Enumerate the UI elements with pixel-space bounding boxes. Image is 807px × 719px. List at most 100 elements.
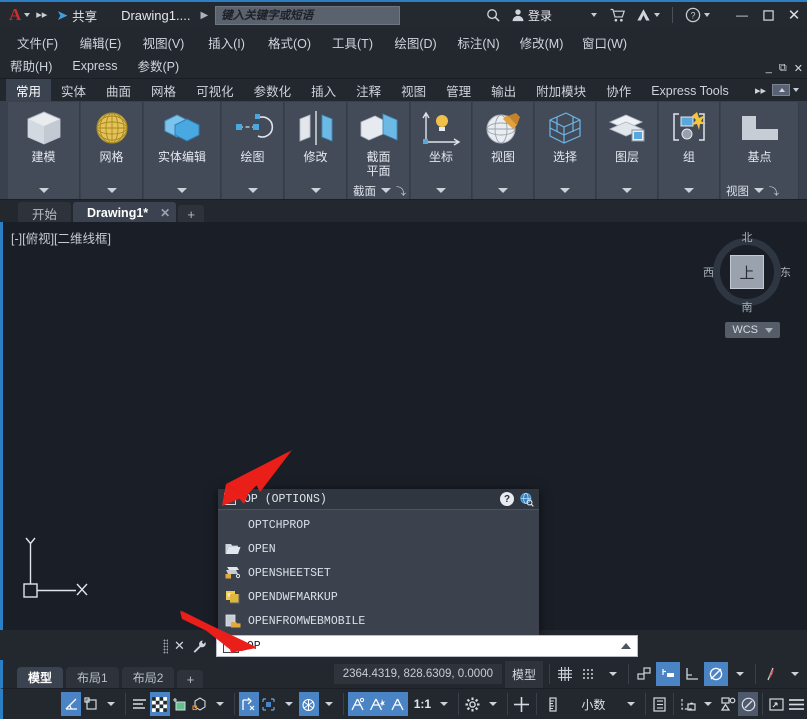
workspace-caret-down-icon[interactable] xyxy=(488,702,497,706)
autocomplete-item-4[interactable]: OPENFROMWEBMOBILE xyxy=(218,609,539,633)
search-input[interactable]: 键入关键字或短语 xyxy=(215,5,401,25)
workspace-dropdown[interactable] xyxy=(483,692,503,716)
ribbon-tab-0[interactable]: 常用 xyxy=(6,79,52,101)
scale-caret-down-icon[interactable] xyxy=(440,702,449,706)
doc-minimize-button[interactable]: _ xyxy=(766,62,772,75)
document-next-chevron-right-icon[interactable]: ▶ xyxy=(200,10,208,21)
ribbon-panel-button-2[interactable]: 实体编辑 xyxy=(144,102,220,182)
ribbon-panel-dialog-launcher-5[interactable]: ⤵ xyxy=(396,183,406,198)
ribbon-panel-caret-down-icon-0[interactable] xyxy=(38,188,49,193)
ribbon-tab-10[interactable]: 输出 xyxy=(481,79,526,101)
ribbon-tab-13[interactable]: Express Tools xyxy=(641,79,739,101)
clean-screen-button[interactable] xyxy=(767,692,787,716)
lock-caret-down-icon[interactable] xyxy=(704,702,713,706)
annotation-visibility-button[interactable] xyxy=(347,692,368,716)
ribbon-tab-8[interactable]: 视图 xyxy=(391,79,436,101)
lineweight-caret-down-icon[interactable] xyxy=(791,672,799,676)
account-sign-in-button[interactable]: 登录 xyxy=(506,7,557,24)
lock-ui-button[interactable] xyxy=(678,692,698,716)
ribbon-panel-caret-down-icon-8[interactable] xyxy=(560,188,570,193)
autodesk-logo-icon[interactable]: A xyxy=(0,5,24,25)
autocomplete-item-0[interactable]: OPTCHPROP xyxy=(218,513,539,537)
workspace-switch-button[interactable] xyxy=(463,692,483,716)
units-selector[interactable]: 小数 xyxy=(540,692,640,716)
ribbon-tab-9[interactable]: 管理 xyxy=(436,79,481,101)
layout-tab-0[interactable]: 模型 xyxy=(17,667,64,688)
status-model-label[interactable]: 模型 xyxy=(504,660,543,688)
ribbon-panel-button-6[interactable]: 坐标 xyxy=(411,102,471,182)
close-button[interactable]: ✕ xyxy=(781,2,807,28)
ribbon-panel-caret-down-icon-4[interactable] xyxy=(310,188,321,193)
annotation-scale-icon[interactable] xyxy=(387,692,408,716)
search-icon[interactable] xyxy=(481,8,506,23)
layout-tab-2[interactable]: 布局2 xyxy=(121,667,175,688)
cart-icon[interactable] xyxy=(605,8,631,23)
3d-gizmo-button[interactable] xyxy=(190,692,210,716)
quick-access-more-icon[interactable]: ▸▸ xyxy=(36,9,47,21)
file-tab-0[interactable]: 开始 xyxy=(18,202,72,224)
autocomplete-checkbox[interactable]: ✔ xyxy=(224,493,236,505)
ribbon-panel-button-8[interactable]: 选择 xyxy=(535,102,595,182)
doc-close-button[interactable]: ✕ xyxy=(794,62,803,75)
ribbon-tab-7[interactable]: 注释 xyxy=(346,79,391,101)
ribbon-tab-1[interactable]: 实体 xyxy=(51,79,96,101)
autodesk-caret-down-icon[interactable] xyxy=(654,13,660,17)
gizmo-axis-button[interactable] xyxy=(298,692,319,716)
menu-item-2[interactable]: 视图(V) xyxy=(132,31,195,54)
view-cube-south[interactable]: 南 xyxy=(742,299,753,315)
menu-item-6[interactable]: 绘图(D) xyxy=(384,31,447,54)
ribbon-minimize-caret-down-icon[interactable] xyxy=(793,88,799,92)
menu-item-7[interactable]: 标注(N) xyxy=(447,31,510,54)
ribbon-panel-button-11[interactable]: 基点 xyxy=(721,102,798,182)
menu-item-1[interactable]: 编辑(E) xyxy=(69,31,132,54)
view-cube-east[interactable]: 东 xyxy=(780,264,791,280)
autocomplete-item-2[interactable]: OPENSHEETSET xyxy=(218,561,539,585)
ribbon-panel-button-4[interactable]: 修改 xyxy=(285,102,346,182)
view-cube-top-face[interactable]: 上 xyxy=(730,255,764,289)
autocomplete-item-1[interactable]: OPEN xyxy=(218,537,539,561)
autoscale-button[interactable] xyxy=(367,692,388,716)
layout-tab-1[interactable]: 布局1 xyxy=(66,667,119,688)
ribbon-panel-caret-down-icon-6[interactable] xyxy=(436,188,446,193)
menu-item-4[interactable]: 格式(O) xyxy=(258,31,321,54)
filter-dropdown[interactable] xyxy=(279,692,299,716)
ribbon-panel-button-0[interactable]: 建模 xyxy=(8,102,79,182)
ribbon-panel-button-1[interactable]: 网格 xyxy=(81,102,142,182)
command-autocomplete-popup[interactable]: ✔ OP (OPTIONS) ? OPTCHPROP OPEN OPENSHEETS… xyxy=(218,489,539,637)
wrench-icon[interactable] xyxy=(192,639,207,654)
ribbon-panel-caret-down-icon-11[interactable] xyxy=(754,188,764,193)
customization-button[interactable] xyxy=(787,692,807,716)
coordinates-display[interactable]: 2364.4319, 828.6309, 0.0000 xyxy=(333,664,502,684)
dynamic-ucs-button[interactable] xyxy=(130,692,150,716)
selection-filter-button[interactable] xyxy=(259,692,279,716)
ribbon-tab-4[interactable]: 可视化 xyxy=(186,79,244,101)
ribbon-tab-2[interactable]: 曲面 xyxy=(96,79,141,101)
isolate-objects-button[interactable] xyxy=(718,692,738,716)
ribbon-panel-dialog-launcher-11[interactable]: ⤵ xyxy=(769,183,779,198)
menu-item-5[interactable]: 工具(T) xyxy=(321,31,384,54)
isometric-draft-button[interactable] xyxy=(680,662,704,686)
autocomplete-help-icon[interactable]: ? xyxy=(500,492,514,506)
ribbon-tab-12[interactable]: 协作 xyxy=(596,79,641,101)
ribbon-panel-button-9[interactable]: 图层 xyxy=(597,102,657,182)
osnap-dropdown[interactable] xyxy=(728,662,752,686)
transparency-button[interactable] xyxy=(149,692,170,716)
ribbon-panel-caret-down-icon-7[interactable] xyxy=(498,188,508,193)
share-button[interactable]: ➤ 共享 xyxy=(56,6,97,25)
snap-mode-button[interactable] xyxy=(577,662,601,686)
autodesk-app-icon[interactable] xyxy=(631,8,665,22)
3d-osnap-dropdown[interactable] xyxy=(101,692,121,716)
add-layout-button[interactable]: + xyxy=(177,670,204,688)
snap-caret-down-icon[interactable] xyxy=(609,672,617,676)
polar-tracking-button[interactable] xyxy=(656,662,680,686)
quick-properties-button[interactable] xyxy=(649,692,669,716)
filter-caret-down-icon[interactable] xyxy=(284,702,293,706)
gizmo-axis-caret-down-icon[interactable] xyxy=(324,702,333,706)
ribbon-tab-5[interactable]: 参数化 xyxy=(244,79,302,101)
menu-item-9[interactable]: 窗口(W) xyxy=(573,31,636,54)
file-tab-1[interactable]: Drawing1* ✕ xyxy=(73,202,177,224)
grid-display-button[interactable] xyxy=(553,662,577,686)
ribbon-tab-6[interactable]: 插入 xyxy=(301,79,346,101)
ribbon-panel-caret-down-icon-2[interactable] xyxy=(177,188,187,193)
units-caret-down-icon[interactable] xyxy=(626,702,635,706)
